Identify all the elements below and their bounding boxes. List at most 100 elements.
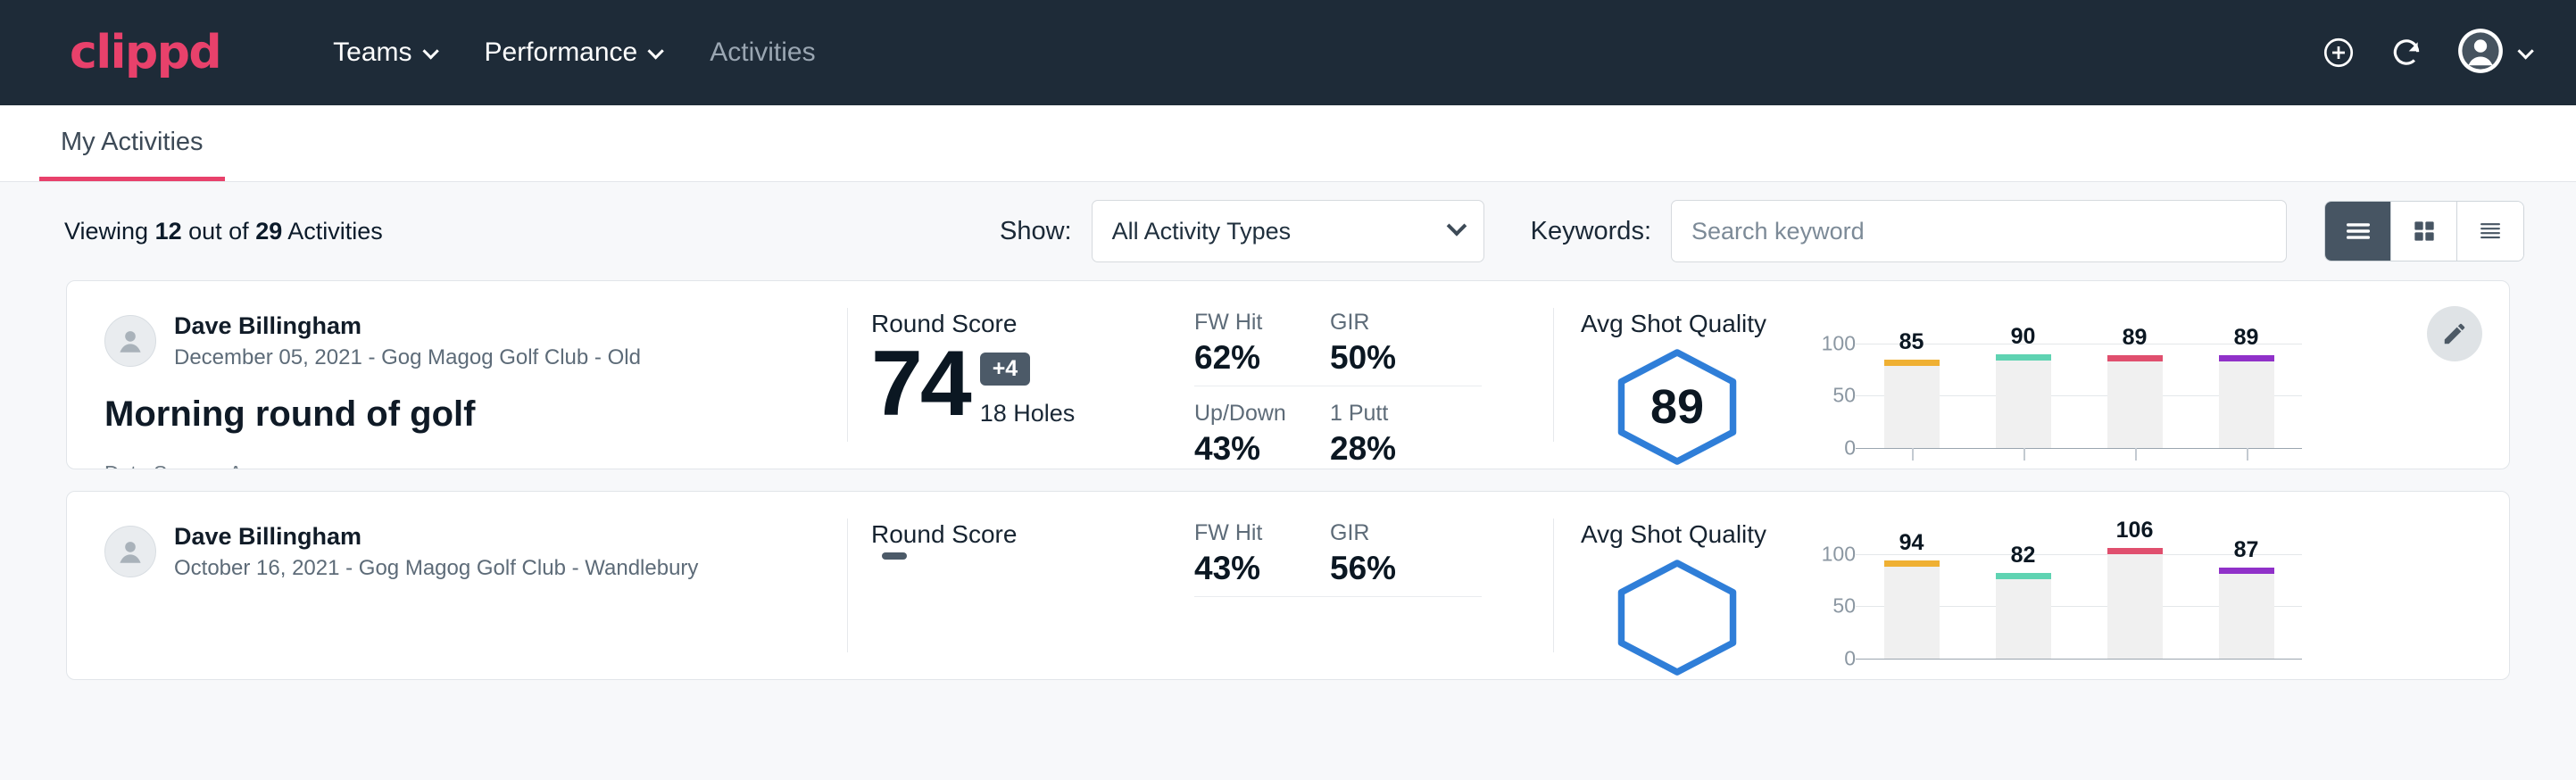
bar-value-ott: 94: [1899, 530, 1924, 556]
chevron-down-icon: [1446, 216, 1467, 236]
app-logo[interactable]: clippd: [70, 29, 220, 76]
activity-player: Dave Billingham October 16, 2021 - Gog M…: [104, 522, 847, 582]
bar-column-arg: 106: [2079, 554, 2190, 659]
player-name: Dave Billingham: [174, 522, 698, 552]
bar-cap-putt: [2219, 568, 2274, 574]
nav-item-teams[interactable]: Teams: [308, 29, 459, 77]
avg-shot-quality-section: Avg Shot Quality 89 100 50: [1554, 281, 2509, 469]
quality-body: 89 100 50 0: [1581, 344, 2509, 469]
round-score-side: [882, 552, 907, 574]
stat-label: 1 Putt: [1330, 401, 1482, 427]
refresh-icon[interactable]: [2389, 36, 2423, 70]
axis-baseline: [1856, 448, 2302, 449]
y-tick-0: 0: [1844, 647, 1856, 671]
viewing-mid: out of: [182, 218, 256, 245]
user-menu[interactable]: [2457, 28, 2530, 79]
bar-value-putt: 87: [2234, 537, 2259, 563]
chart-plot-area: 94 82: [1856, 554, 2302, 674]
edit-activity-button[interactable]: [2427, 306, 2482, 361]
bar-column-app: 82: [1967, 554, 2079, 659]
nav-label-teams: Teams: [333, 37, 411, 68]
stat-value: 28%: [1330, 430, 1482, 468]
bar-arg: 106: [2107, 548, 2163, 659]
view-toggle-group: [2324, 201, 2524, 261]
bar-cap-putt: [2219, 355, 2274, 361]
bar-column-putt: 87: [2190, 554, 2302, 659]
bar-putt: 87: [2219, 568, 2274, 659]
bar-arg: 89: [2107, 355, 2163, 448]
player-name: Dave Billingham: [174, 311, 641, 342]
bar-value-arg: 89: [2123, 325, 2148, 351]
activity-meta: October 16, 2021 - Gog Magog Golf Club -…: [174, 554, 698, 582]
stat-label: FW Hit: [1194, 520, 1309, 546]
bar-cap-app: [1996, 354, 2051, 361]
y-tick-0: 0: [1844, 436, 1856, 461]
filter-controls: Show: All Activity Types Keywords:: [1000, 200, 2524, 262]
bar-column-arg: 89: [2079, 344, 2190, 448]
search-input[interactable]: [1671, 200, 2287, 262]
stat-fw-hit: FW Hit 62%: [1194, 310, 1330, 386]
compact-view-button[interactable]: [2457, 202, 2523, 261]
activity-card[interactable]: Dave Billingham December 05, 2021 - Gog …: [66, 280, 2510, 469]
avatar: [104, 315, 156, 367]
activity-list: Dave Billingham December 05, 2021 - Gog …: [0, 280, 2576, 680]
bar-ott: 94: [1884, 560, 1940, 659]
filter-toolbar: Viewing 12 out of 29 Activities Show: Al…: [0, 182, 2576, 280]
bar-value-app: 82: [2011, 543, 2036, 568]
activity-type-value: All Activity Types: [1112, 218, 1292, 245]
x-tick: [2135, 448, 2137, 461]
axis-baseline: [1856, 659, 2302, 660]
x-label-ott: OTT: [1856, 463, 1967, 469]
bar-app: 90: [1996, 354, 2051, 448]
stat-label: GIR: [1330, 520, 1460, 546]
activity-summary: Dave Billingham December 05, 2021 - Gog …: [67, 281, 847, 469]
quality-body: 100 50 0: [1581, 554, 2509, 677]
plus-circle-icon[interactable]: [2322, 36, 2356, 70]
x-tick: [2023, 448, 2025, 461]
activity-title: Morning round of golf: [104, 394, 847, 435]
stats-grid: FW Hit 62% GIR 50% Up/Down 43% 1 Putt 28…: [1194, 310, 1553, 469]
round-score-section: Round Score: [848, 492, 1169, 679]
x-tick: [2247, 448, 2248, 461]
bar-putt: 89: [2219, 355, 2274, 448]
quality-hexagon: [1581, 554, 1774, 677]
y-tick-100: 100: [1822, 332, 1856, 356]
x-label-arg: ARG: [2079, 463, 2190, 469]
bar-column-putt: 89: [2190, 344, 2302, 448]
bar-column-app: 90: [1967, 344, 2079, 448]
tab-bar: My Activities: [0, 105, 2576, 182]
pencil-icon: [2441, 320, 2468, 347]
round-score-side: +4 18 Holes: [980, 353, 1076, 427]
bar-value-ott: 85: [1899, 329, 1924, 355]
activity-card[interactable]: Dave Billingham October 16, 2021 - Gog M…: [66, 491, 2510, 680]
viewing-suffix: Activities: [282, 218, 383, 245]
bar-value-arg: 106: [2116, 518, 2154, 544]
tab-label: My Activities: [61, 128, 204, 156]
nav-label-activities: Activities: [710, 37, 815, 68]
round-score-value: 74: [871, 342, 969, 427]
player-block: Dave Billingham December 05, 2021 - Gog …: [174, 311, 641, 371]
avg-shot-quality-section: Avg Shot Quality 100 50: [1554, 492, 2509, 679]
shot-quality-chart: 100 50 0: [1774, 554, 2509, 674]
stat-up-down: Up/Down 43%: [1194, 401, 1330, 469]
stat-label: FW Hit: [1194, 310, 1309, 336]
keywords-label: Keywords:: [1531, 217, 1651, 246]
nav-item-activities[interactable]: Activities: [685, 29, 840, 77]
viewing-count: 12: [155, 218, 182, 245]
avg-shot-quality-label: Avg Shot Quality: [1581, 520, 2509, 549]
list-view-button[interactable]: [2325, 202, 2391, 261]
x-label-app: APP: [1967, 463, 2079, 469]
y-tick-50: 50: [1832, 384, 1856, 408]
quality-hexagon: 89: [1581, 344, 1774, 467]
tab-my-activities[interactable]: My Activities: [39, 128, 225, 181]
stats-grid: FW Hit 43% GIR 56%: [1194, 520, 1553, 611]
activity-type-select[interactable]: All Activity Types: [1092, 200, 1484, 262]
chart-x-axis: OTT APP ARG PUTT: [1774, 463, 2509, 469]
stat-label: GIR: [1330, 310, 1460, 336]
round-score-row: [871, 552, 1169, 574]
grid-view-button[interactable]: [2391, 202, 2457, 261]
nav-item-performance[interactable]: Performance: [460, 29, 686, 77]
chart-y-axis: 100 50 0: [1806, 344, 1856, 463]
bar-cap-arg: [2107, 548, 2163, 554]
nav-label-performance: Performance: [485, 37, 638, 68]
